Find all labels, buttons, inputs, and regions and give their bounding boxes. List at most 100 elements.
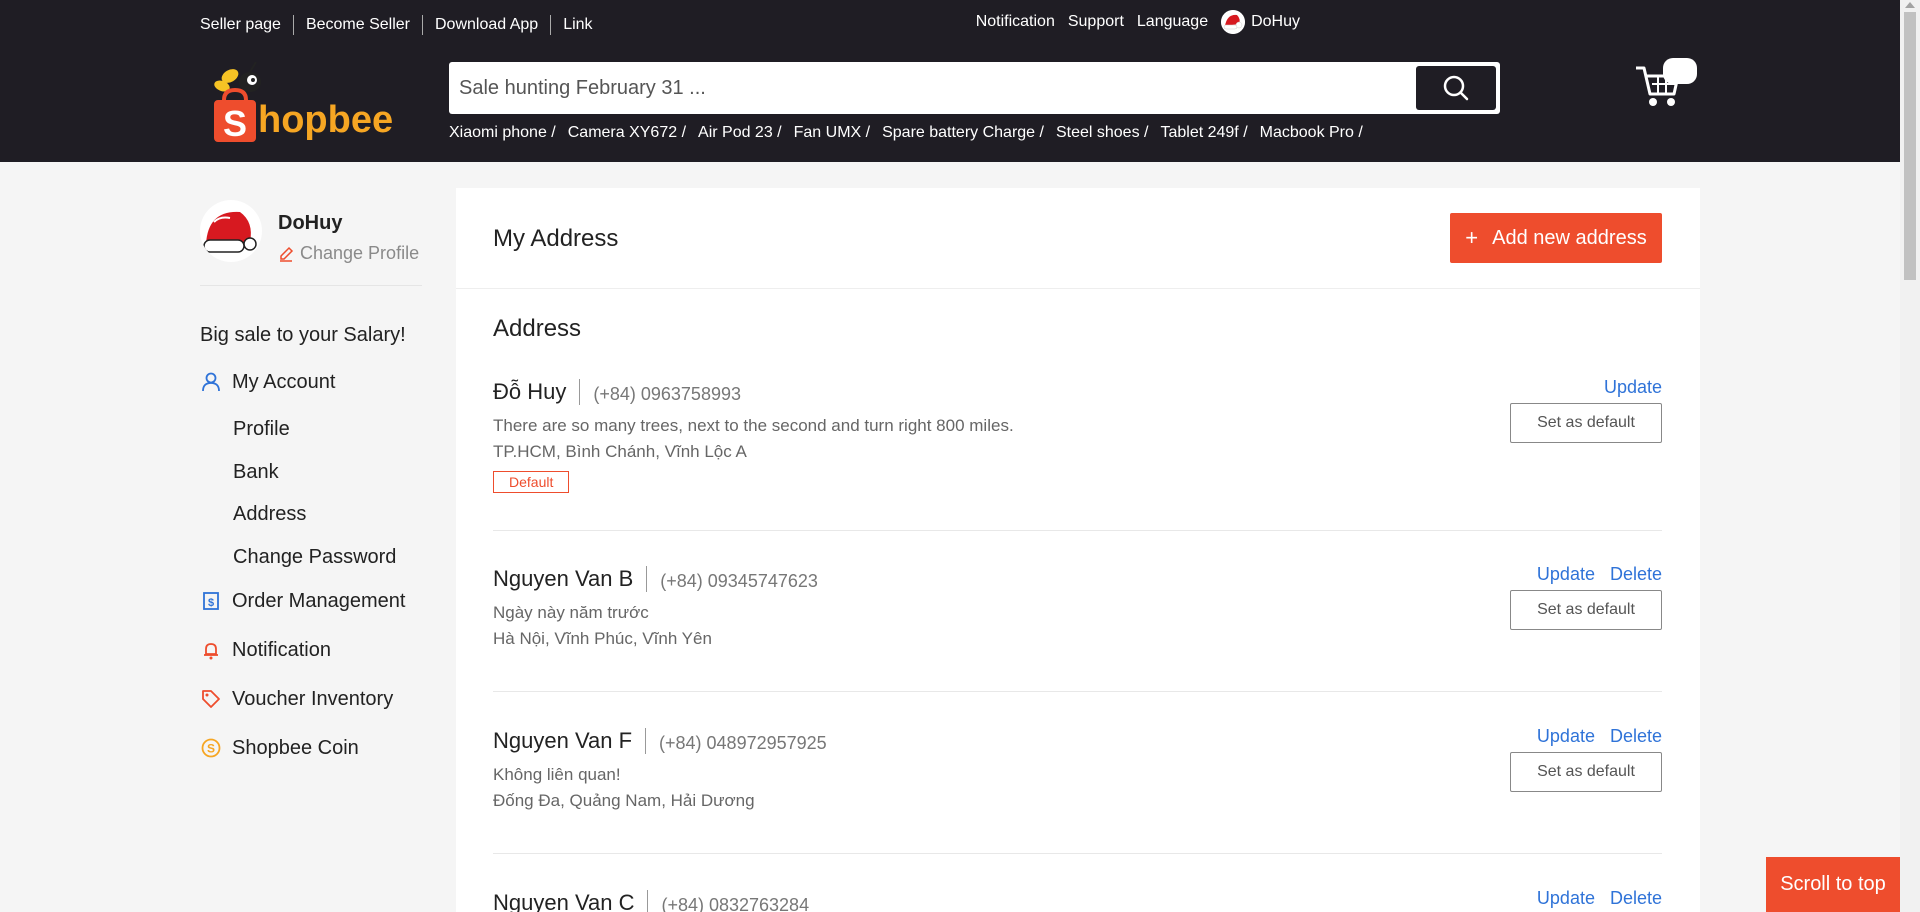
scroll-up-arrow-icon[interactable] [1905,2,1915,8]
default-badge: Default [493,471,570,493]
link-link[interactable]: Link [563,16,592,34]
suggestion-link[interactable]: Fan UMX / [794,124,870,142]
address-item: Nguyen Van F (+84) 048972957925 Không li… [493,726,1662,854]
scroll-to-top-button[interactable]: Scroll to top [1766,857,1900,912]
address-line: Ngày này năm trước [493,603,649,622]
suggestion-link[interactable]: Spare battery Charge / [882,124,1044,142]
svg-text:S: S [223,103,247,144]
update-link[interactable]: Update [1537,726,1595,747]
suggestion-link[interactable]: Air Pod 23 / [698,124,782,142]
address-item: Đỗ Huy (+84) 0963758993 There are so man… [493,377,1662,531]
sidebar-item-label: My Account [232,370,336,393]
address-item: Nguyen Van B (+84) 09345747623 Ngày này … [493,564,1662,692]
svg-text:$: $ [208,597,214,609]
account-sidebar: DoHuy Change Profile Big sale to your Sa… [200,200,422,784]
sidebar-item-order-management[interactable]: $ Order Management [200,588,422,614]
coin-icon: S [200,737,222,759]
address-name: Nguyen Van B [493,566,634,591]
search-input[interactable] [459,76,1419,100]
change-profile-label: Change Profile [300,243,420,263]
sidebar-item-address[interactable]: Address [233,503,422,527]
delete-link[interactable]: Delete [1610,564,1662,585]
set-default-button[interactable]: Set as default [1510,403,1662,443]
sidebar-item-label: Shopbee Coin [232,736,359,759]
address-line: There are so many trees, next to the sec… [493,416,1014,435]
search-suggestions: Xiaomi phone / Camera XY672 / Air Pod 23… [449,124,1375,142]
address-region: Hà Nội, Vĩnh Phúc, Vĩnh Yên [493,629,712,648]
sidebar-item-profile[interactable]: Profile [233,418,422,442]
account-menu: My Account Profile Bank Address Change P… [200,369,422,761]
address-phone: (+84) 0832763284 [661,894,810,912]
suggestion-link[interactable]: Camera XY672 / [568,124,686,142]
update-link[interactable]: Update [1537,564,1595,585]
seller-page-link[interactable]: Seller page [200,16,281,34]
address-phone: (+84) 048972957925 [659,732,827,753]
address-item: Nguyen Van C (+84) 0832763284 Update Del… [493,888,1662,912]
avatar [1221,10,1246,34]
user-icon [200,371,222,393]
divider [422,15,423,35]
suggestion-link[interactable]: Macbook Pro / [1260,124,1363,142]
sidebar-item-my-account[interactable]: My Account [200,369,422,395]
search-icon [1443,75,1469,101]
update-link[interactable]: Update [1604,377,1662,398]
divider [579,379,581,405]
page-scrollbar[interactable] [1900,0,1920,912]
shopbee-logo[interactable]: S hopbee [206,61,406,146]
change-profile-link[interactable]: Change Profile [278,243,419,264]
sidebar-item-shopbee-coin[interactable]: S Shopbee Coin [200,735,422,761]
sidebar-item-notification[interactable]: Notification [200,637,422,663]
address-region: TP.HCM, Bình Chánh, Vĩnh Lộc A [493,442,747,461]
page-title: My Address [493,225,619,252]
divider [646,566,648,592]
download-app-link[interactable]: Download App [435,16,538,34]
promo-text: Big sale to your Salary! [200,324,406,346]
address-phone: (+84) 0963758993 [593,383,741,404]
user-menu[interactable]: DoHuy [1221,10,1300,34]
address-region: Đống Đa, Quảng Nam, Hải Dương [493,791,755,810]
pencil-icon [280,246,294,262]
sidebar-item-label: Order Management [232,589,406,612]
address-line: Không liên quan! [493,765,621,784]
delete-link[interactable]: Delete [1610,726,1662,747]
sidebar-item-label: Voucher Inventory [232,687,394,710]
suggestion-link[interactable]: Tablet 249f / [1160,124,1247,142]
cart-count-badge [1663,58,1697,84]
update-link[interactable]: Update [1537,888,1595,909]
avatar[interactable] [200,200,262,262]
add-address-button[interactable]: + Add new address [1450,213,1662,263]
site-header: Seller page Become Seller Download App L… [0,0,1900,162]
divider [647,890,649,912]
profile-summary: DoHuy Change Profile [200,200,422,286]
suggestion-link[interactable]: Steel shoes / [1056,124,1149,142]
language-link[interactable]: Language [1137,13,1208,31]
notification-link[interactable]: Notification [976,13,1055,31]
svg-text:S: S [207,742,215,756]
add-address-label: Add new address [1492,226,1647,249]
profile-name: DoHuy [278,212,343,234]
bell-icon [200,639,222,661]
sidebar-item-voucher-inventory[interactable]: Voucher Inventory [200,686,422,712]
support-link[interactable]: Support [1068,13,1124,31]
top-nav: Seller page Become Seller Download App L… [200,15,593,35]
order-icon: $ [200,590,222,612]
set-default-button[interactable]: Set as default [1510,590,1662,630]
become-seller-link[interactable]: Become Seller [306,16,410,34]
delete-link[interactable]: Delete [1610,888,1662,909]
address-panel: My Address + Add new address Address Đỗ … [456,188,1700,912]
panel-header: My Address + Add new address [456,188,1700,289]
search-button[interactable] [1416,66,1496,110]
svg-text:hopbee: hopbee [258,99,393,141]
divider [292,15,294,35]
plus-icon: + [1465,225,1479,250]
sidebar-item-change-password[interactable]: Change Password [233,546,422,570]
divider [645,728,647,754]
scrollbar-thumb[interactable] [1904,12,1916,280]
set-default-button[interactable]: Set as default [1510,752,1662,792]
sidebar-item-bank[interactable]: Bank [233,461,422,485]
address-phone: (+84) 09345747623 [660,570,818,591]
suggestion-link[interactable]: Xiaomi phone / [449,124,556,142]
tag-icon [200,688,222,710]
search-bar [449,62,1500,114]
section-title: Address [493,315,582,342]
